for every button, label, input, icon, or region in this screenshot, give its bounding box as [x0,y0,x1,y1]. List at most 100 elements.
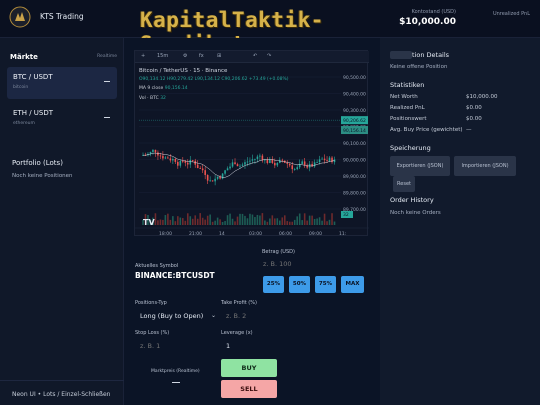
price-tick-label: 89,800.00 [343,191,366,197]
candle-body [288,163,291,166]
volume-bar [211,221,214,225]
balance-box: Kontostand (USD) $10,000.00 [399,9,456,27]
volume-bar [251,214,254,225]
candle-body [249,160,251,162]
volume-bar [274,218,276,225]
amount-input[interactable] [258,256,368,272]
redo-icon[interactable]: ↷ [267,53,271,59]
candle-body [326,160,328,161]
toolbar-interval[interactable]: 15m [157,53,168,59]
vol-value: 32 [160,96,166,101]
candle-body [216,176,219,179]
volume-bar [177,216,179,225]
volume-bar [179,217,182,225]
position-type-select[interactable]: Long (Buy to Open) ⌄ [135,308,219,324]
price-chart[interactable]: 90,500.0090,400.0090,300.0090,200.0090,1… [134,50,369,237]
ma-line [142,152,335,178]
candle-body [211,180,214,182]
candle-body [259,155,261,157]
pct-max-button[interactable]: MAX [341,276,364,293]
pct-50-button[interactable]: 50% [289,276,310,293]
volume-bar [159,219,162,225]
layout-icon[interactable]: ⊞ [217,53,221,59]
volume-bar [216,217,219,225]
position-type-label: Positions-Typ [135,300,167,306]
volume-bar [244,215,246,225]
volume-bar [224,221,226,225]
market-item-eth[interactable]: ETH / USDT ethereum [7,103,117,135]
export-json-button[interactable]: Exportieren (JSON) [390,156,450,176]
undo-icon[interactable]: ↶ [253,53,257,59]
last-price-text: 90,206.62 [343,118,366,124]
candle-body [154,149,157,153]
position-details-title: tion Details [412,51,450,59]
position-empty: Keine offene Position [390,64,448,70]
pct-25-button[interactable]: 25% [263,276,284,293]
leverage-input[interactable]: 1 [221,338,281,354]
volume-bar [184,220,187,225]
settings-icon[interactable]: ⚙ [183,53,187,59]
candle-body [159,155,162,157]
volume-bar [323,213,326,225]
markets-title: Märkte [10,53,38,61]
chart-legend: Bitcoin / TetherUS · 15 · Binance [139,68,228,74]
candle-body [274,162,276,166]
volume-bar [331,213,333,225]
volume-bar [231,218,234,225]
volume-bar [318,217,321,225]
take-profit-input[interactable] [221,308,281,324]
volume-bar [167,213,169,225]
volume-bar [316,218,318,225]
balance-label: Kontostand (USD) [411,9,456,15]
price-tick-label: 90,100.00 [343,141,366,147]
ma-price-text: 90,156.14 [343,128,366,134]
pct-75-button[interactable]: 75% [315,276,336,293]
candle-body [179,160,182,166]
volume-bar [241,213,244,225]
candle-body [152,149,154,152]
toolbar-add[interactable]: + [141,53,145,59]
volume-bar [236,216,239,225]
price-tick-label: 90,500.00 [343,75,366,81]
candle-body [226,168,229,171]
candle-body [201,168,204,171]
price-tick-label: 90,400.00 [343,92,366,98]
volume-bar [181,218,184,225]
price-tick-label: 90,300.00 [343,108,366,114]
volume-bar [293,219,296,225]
volume-tag-text: 32 [343,212,349,218]
candle-body [281,159,284,161]
time-tick-label: 03:00 [249,231,262,237]
amount-label: Betrag (USD) [262,249,295,255]
candle-body [303,161,306,166]
candle-body [246,161,249,163]
stat-value: $0.00 [466,116,482,122]
buy-button[interactable]: BUY [221,359,277,377]
stop-loss-input[interactable] [135,338,205,354]
sell-button[interactable]: SELL [221,380,277,398]
import-json-button[interactable]: Importieren (JSON) [454,156,516,176]
indicators-icon[interactable]: fx [199,53,204,59]
stat-label: Realized PnL [390,105,425,111]
symbol-value: BINANCE:BTCUSDT [135,271,215,280]
candle-body [189,160,192,165]
volume-bar [264,220,266,225]
candle-body [316,162,318,163]
volume-bar [288,221,291,225]
market-item-btc[interactable]: BTC / USDT bitcoin [7,67,117,99]
stat-net-worth: Net Worth $10,000.00 [390,94,530,103]
chart-toolbar: + 15m ⚙ fx ⊞ ↶ ↷ [135,51,369,63]
candle-body [296,167,299,170]
candle-body [293,169,296,170]
candle-body [199,168,202,169]
volume-bar [206,215,209,225]
volume-bar [214,220,216,225]
volume-legend: Vol · BTC 32 [139,96,166,101]
candle-body [239,165,241,167]
ma-legend: MA 9 close 90,156.14 [139,86,188,91]
ma-label: MA 9 close [139,86,164,91]
candle-body [234,162,236,165]
reset-button[interactable]: Reset [393,176,415,192]
volume-bar [281,217,284,225]
portfolio-empty: Noch keine Positionen [12,173,73,179]
